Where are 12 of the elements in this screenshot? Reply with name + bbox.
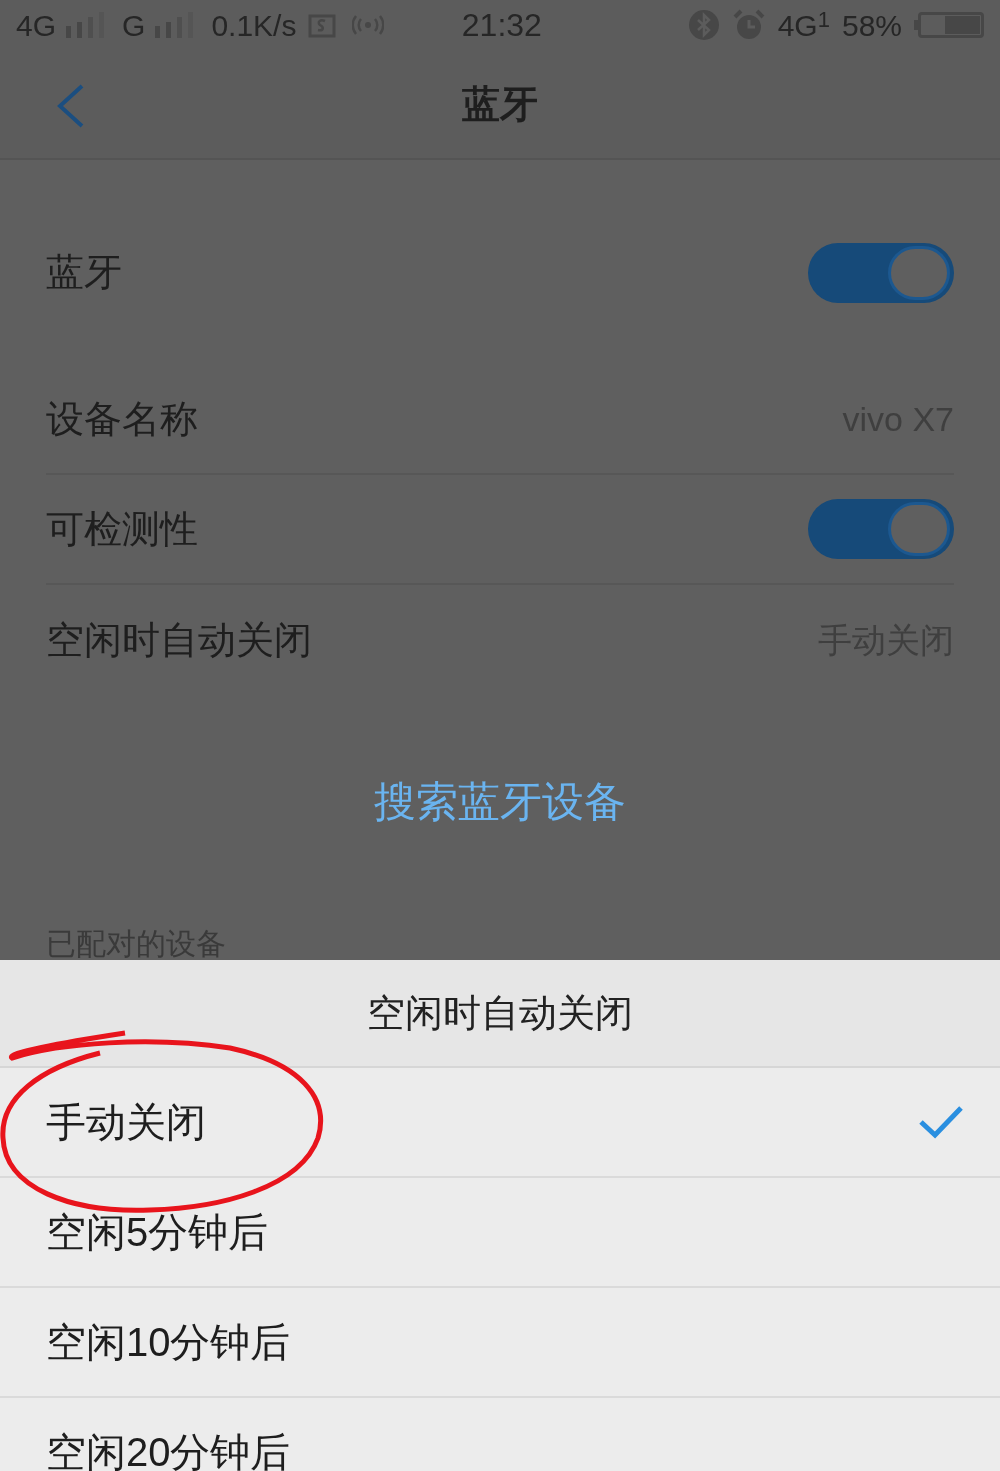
setting-label: 空闲时自动关闭 — [46, 617, 312, 663]
setting-label: 可检测性 — [46, 506, 198, 552]
screen-title: 蓝牙 — [462, 81, 538, 127]
option-item[interactable]: 空闲20分钟后 — [0, 1398, 1000, 1471]
option-item[interactable]: 手动关闭 — [0, 1068, 1000, 1178]
sheet-title: 空闲时自动关闭 — [367, 990, 633, 1036]
option-item[interactable]: 空闲5分钟后 — [0, 1178, 1000, 1288]
option-item[interactable]: 空闲10分钟后 — [0, 1288, 1000, 1398]
toggle-switch[interactable] — [808, 499, 954, 559]
setting-label: 设备名称 — [46, 396, 198, 442]
setting-label: 蓝牙 — [46, 250, 122, 295]
back-icon[interactable] — [55, 83, 85, 129]
